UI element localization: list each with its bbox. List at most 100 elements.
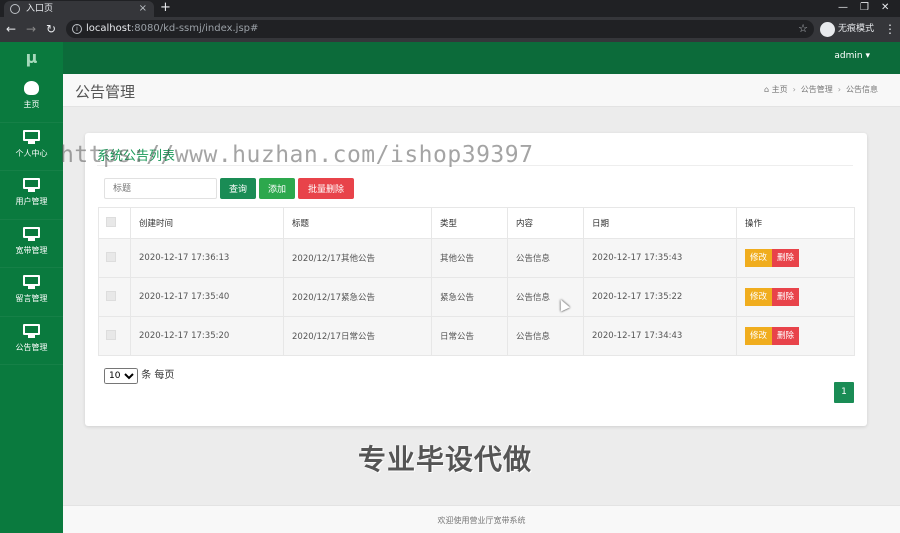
row-select-cell (98, 316, 131, 356)
dashboard-icon (23, 81, 40, 95)
sidebar-item-users[interactable]: 用户管理 (0, 171, 63, 220)
row-checkbox[interactable] (106, 329, 116, 340)
tab-title: 入口页 (26, 4, 54, 14)
cell-date: 2020-12-17 17:34:43 (583, 316, 737, 356)
page-header: 公告管理 ⌂ 主页 › 公告管理 › 公告信息 (63, 74, 900, 107)
user-menu[interactable]: admin ▾ (834, 42, 870, 70)
sidebar-item-messages[interactable]: 留言管理 (0, 268, 63, 317)
delete-button[interactable]: 删除 (772, 249, 800, 267)
column-header[interactable]: 日期 (583, 207, 737, 239)
browser-tab[interactable]: 入口页 × (4, 1, 154, 17)
home-icon: ⌂ (763, 85, 772, 94)
monitor-icon (23, 323, 40, 338)
incognito-label: 无痕模式 (838, 24, 875, 34)
announcement-list-card: 系统公告列表 查询 添加 批量删除 创建时间 标题 类型 内容 日期 操作 (85, 133, 867, 426)
promo-overlay-text: 专业毕设代做 (358, 443, 533, 476)
cell-actions: 修改 删除 (736, 238, 855, 278)
column-header[interactable]: 类型 (431, 207, 508, 239)
edit-button[interactable]: 修改 (745, 327, 773, 345)
cell-actions: 修改 删除 (736, 316, 855, 356)
cell-type: 其他公告 (431, 238, 508, 278)
cell-created: 2020-12-17 17:35:20 (130, 316, 284, 356)
app-logo: μ (25, 48, 38, 67)
page-size-suffix: 条 每页 (141, 370, 175, 381)
cell-type: 日常公告 (431, 316, 508, 356)
sidebar-item-label: 留言管理 (15, 294, 48, 303)
cell-title: 2020/12/17日常公告 (283, 316, 432, 356)
row-checkbox[interactable] (106, 251, 116, 262)
announcement-table: 创建时间 标题 类型 内容 日期 操作 2020-12-17 17:36:13 … (98, 207, 855, 356)
incognito-icon (820, 22, 835, 37)
row-select-cell (98, 238, 131, 278)
row-select-cell (98, 277, 131, 317)
browser-menu-icon[interactable]: ⋮ (884, 21, 896, 38)
sidebar-item-home[interactable]: 主页 (0, 74, 63, 123)
incognito-indicator[interactable]: 无痕模式 (818, 21, 874, 38)
restore-icon[interactable]: ❐ (860, 0, 869, 16)
page-footer: 欢迎使用营业厅宽带系统 (63, 505, 900, 533)
sidebar-item-label: 个人中心 (15, 148, 48, 158)
table-header-row: 创建时间 标题 类型 内容 日期 操作 (98, 207, 855, 239)
sidebar-item-label: 主页 (23, 100, 40, 109)
cell-created: 2020-12-17 17:35:40 (130, 277, 284, 317)
breadcrumb-home[interactable]: 主页 (772, 85, 788, 94)
add-button[interactable]: 添加 (259, 178, 295, 199)
back-icon[interactable]: ← (6, 21, 16, 37)
watermark-text: https://www.huzhan.com/ishop39397 (60, 142, 534, 168)
cell-content: 公告信息 (507, 238, 584, 278)
edit-button[interactable]: 修改 (745, 288, 773, 306)
delete-button[interactable]: 删除 (772, 288, 800, 306)
forward-icon[interactable]: → (26, 21, 36, 37)
sidebar-item-announcements[interactable]: 公告管理 (0, 317, 63, 365)
row-checkbox[interactable] (106, 290, 116, 301)
table-row: 2020-12-17 17:35:20 2020/12/17日常公告 日常公告 … (98, 316, 855, 356)
new-tab-icon[interactable]: + (160, 0, 171, 16)
monitor-icon (23, 178, 40, 192)
column-header[interactable]: 内容 (507, 207, 584, 239)
table-row: 2020-12-17 17:36:13 2020/12/17其他公告 其他公告 … (98, 238, 855, 278)
reload-icon[interactable]: ↻ (46, 21, 56, 37)
sidebar-item-label: 宽带管理 (15, 245, 48, 255)
sidebar-item-label: 公告管理 (15, 342, 48, 352)
cell-type: 紧急公告 (431, 277, 508, 317)
page-number-button[interactable]: 1 (834, 382, 854, 403)
site-info-icon[interactable]: i (72, 24, 82, 34)
sidebar-item-broadband[interactable]: 宽带管理 (0, 220, 63, 268)
page-size-select[interactable]: 10 (104, 368, 138, 384)
breadcrumb-section[interactable]: 公告管理 (801, 85, 833, 94)
edit-button[interactable]: 修改 (745, 249, 773, 267)
address-bar[interactable]: i localhost:8080/kd-ssmj/index.jsp# ☆ (66, 20, 814, 38)
column-header[interactable]: 创建时间 (130, 207, 284, 239)
minimize-icon[interactable]: — (838, 0, 848, 16)
url-host: localhost (86, 23, 131, 34)
query-button[interactable]: 查询 (220, 178, 256, 199)
cell-content: 公告信息 (507, 277, 584, 317)
sidebar-item-profile[interactable]: 个人中心 (0, 123, 63, 171)
cell-date: 2020-12-17 17:35:43 (583, 238, 737, 278)
tab-close-icon[interactable]: × (139, 1, 147, 17)
monitor-icon (23, 129, 40, 144)
batch-delete-button[interactable]: 批量删除 (298, 178, 354, 199)
sidebar-item-label: 用户管理 (15, 197, 48, 206)
cell-title: 2020/12/17其他公告 (283, 238, 432, 278)
window-close-icon[interactable]: ✕ (881, 0, 889, 16)
delete-button[interactable]: 删除 (772, 327, 800, 345)
table-row: 2020-12-17 17:35:40 2020/12/17紧急公告 紧急公告 … (98, 277, 855, 317)
breadcrumb: ⌂ 主页 › 公告管理 › 公告信息 (764, 84, 878, 95)
browser-toolbar: ← → ↻ i localhost:8080/kd-ssmj/index.jsp… (0, 17, 900, 42)
globe-icon (10, 4, 20, 14)
cell-content: 公告信息 (507, 316, 584, 356)
app-header: admin ▾ (63, 42, 900, 74)
bookmark-star-icon[interactable]: ☆ (798, 20, 808, 38)
monitor-icon (23, 226, 40, 241)
title-search-input[interactable] (104, 178, 217, 199)
page-title: 公告管理 (75, 83, 136, 101)
column-header: 操作 (736, 207, 855, 239)
page-size-control: 10 条 每页 (104, 366, 174, 384)
select-all-checkbox[interactable] (106, 216, 116, 227)
cell-actions: 修改 删除 (736, 277, 855, 317)
breadcrumb-current: 公告信息 (846, 85, 878, 94)
browser-tab-strip: 入口页 × + — ❐ ✕ (0, 0, 900, 17)
column-header[interactable]: 标题 (283, 207, 432, 239)
cell-date: 2020-12-17 17:35:22 (583, 277, 737, 317)
